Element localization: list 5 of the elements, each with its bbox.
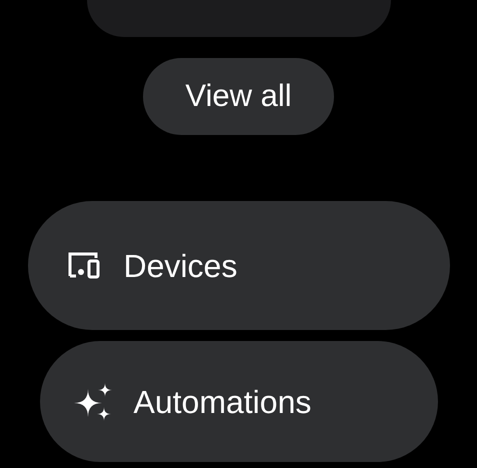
menu-item-label: Devices	[124, 246, 238, 286]
menu-item-label: Automations	[134, 382, 312, 422]
menu-item[interactable]: Automations	[40, 341, 438, 462]
view-all-button[interactable]: View all	[143, 58, 334, 135]
menu-item[interactable]: Devices	[28, 201, 450, 330]
